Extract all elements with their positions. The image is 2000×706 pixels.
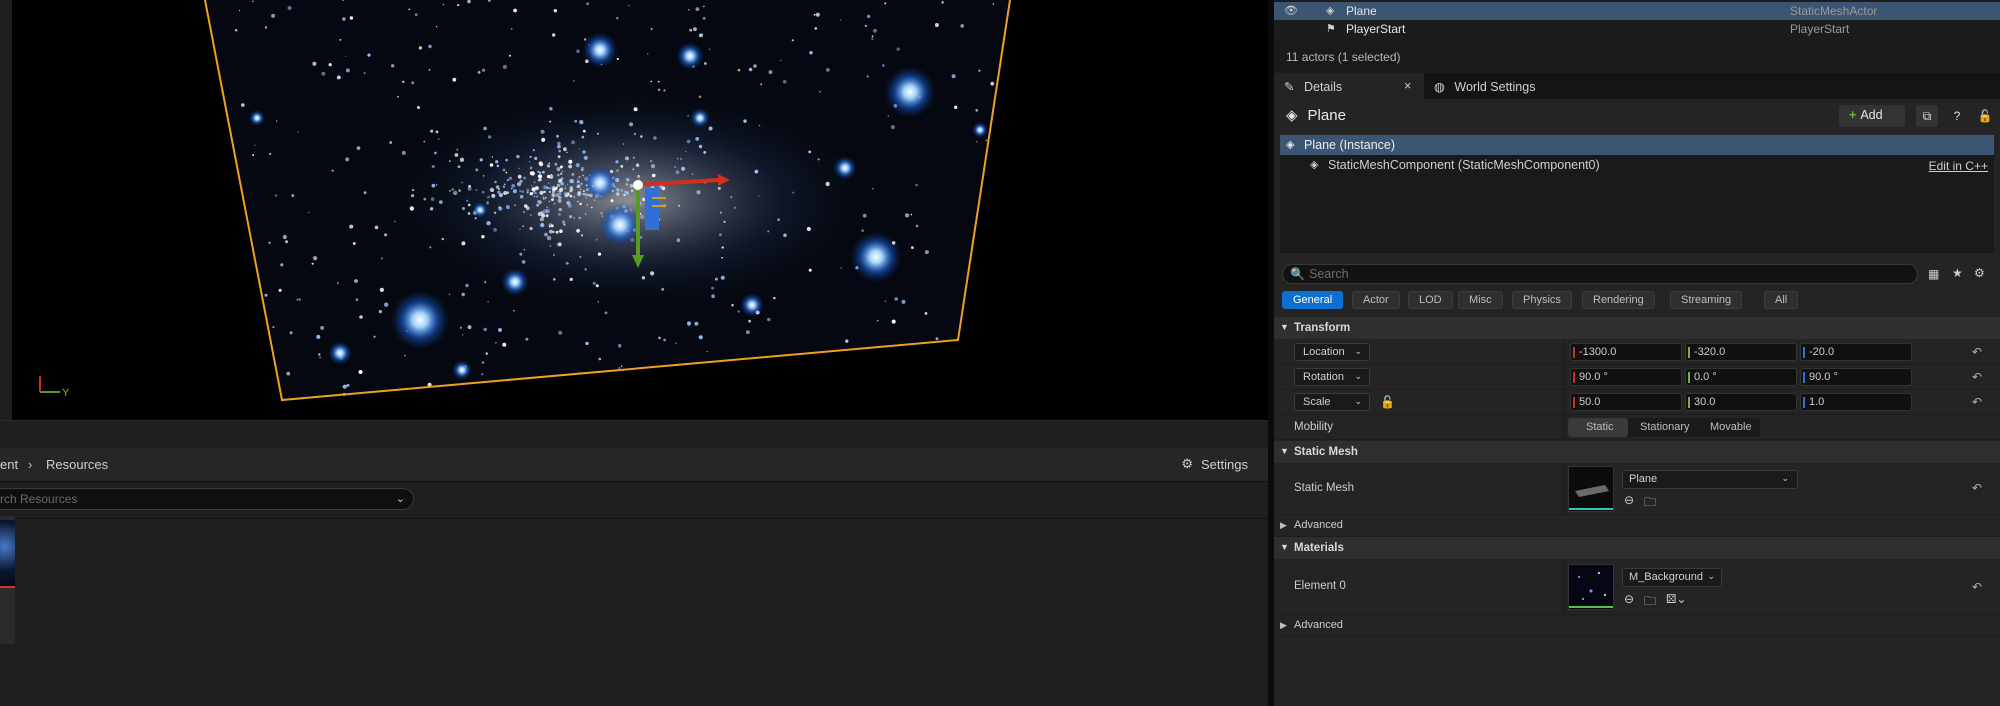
components-tree: ◈ Plane (Instance) ◈ StaticMeshComponent… bbox=[1280, 135, 1994, 253]
reset-arrow-icon[interactable]: ↶ bbox=[1972, 580, 1982, 594]
globe-icon: ◍ bbox=[1434, 80, 1445, 94]
location-x-field[interactable]: -1300.0 bbox=[1570, 343, 1682, 361]
details-title: ◈ Plane bbox=[1286, 106, 1346, 125]
details-panel: ◈ Plane + Add ⧉ ? 🔓 ◈ Plane (Instance) ◈ … bbox=[1274, 99, 2000, 706]
location-dropdown[interactable]: Location ⌄ bbox=[1294, 343, 1370, 361]
material-dropdown[interactable]: M_Background ⌄ bbox=[1622, 568, 1722, 587]
help-icon[interactable]: ? bbox=[1946, 105, 1968, 127]
breadcrumb-separator-icon: › bbox=[28, 457, 33, 472]
static-mesh-icon: ◈ bbox=[1310, 159, 1319, 171]
property-location: Location ⌄ -1300.0 -320.0 -20.0 ↶ bbox=[1274, 340, 2000, 365]
reset-arrow-icon[interactable]: ↶ bbox=[1972, 481, 1982, 495]
filter-lod[interactable]: LOD bbox=[1408, 291, 1453, 309]
rotation-y-field[interactable]: 0.0 ° bbox=[1685, 368, 1797, 386]
content-browser: ent › Resources ⚙ Settings rch Resources… bbox=[0, 448, 1268, 706]
mobility-static[interactable]: Static bbox=[1586, 421, 1614, 433]
advanced-static-mesh[interactable]: ▶ Advanced bbox=[1274, 515, 2000, 537]
location-z-field[interactable]: -20.0 bbox=[1800, 343, 1912, 361]
mobility-movable[interactable]: Movable bbox=[1710, 421, 1752, 433]
property-rotation: Rotation ⌄ 90.0 ° 0.0 ° 90.0 ° ↶ bbox=[1274, 365, 2000, 390]
scale-dropdown[interactable]: Scale ⌄ bbox=[1294, 393, 1370, 411]
scale-x-field[interactable]: 50.0 bbox=[1570, 393, 1682, 411]
lock-icon[interactable]: 🔓 bbox=[1974, 105, 1996, 127]
actor-count: 11 actors (1 selected) bbox=[1286, 50, 1401, 64]
filter-rendering[interactable]: Rendering bbox=[1582, 291, 1655, 309]
rotation-z-field[interactable]: 90.0 ° bbox=[1800, 368, 1912, 386]
blueprint-icon[interactable]: ⧉ bbox=[1916, 105, 1938, 127]
reset-arrow-icon[interactable]: ↶ bbox=[1972, 395, 1982, 409]
content-settings-button[interactable]: ⚙ Settings bbox=[1181, 456, 1248, 472]
close-icon[interactable]: × bbox=[1404, 79, 1411, 93]
property-element-0: Element 0 M_Background ⌄ ⊖ 🗀 ⚄⌄ ↶ bbox=[1274, 559, 2000, 615]
filter-physics[interactable]: Physics bbox=[1512, 291, 1572, 309]
tab-world-settings[interactable]: ◍ World Settings bbox=[1424, 73, 1545, 99]
material-thumbnail[interactable] bbox=[1568, 564, 1614, 610]
viewport-bottom-bar bbox=[0, 420, 1268, 448]
star-icon[interactable]: ★ bbox=[1952, 266, 1963, 280]
static-mesh-icon: ◈ bbox=[1326, 5, 1335, 17]
viewport-scene: Y bbox=[39, 0, 1011, 402]
pencil-icon: ✎ bbox=[1284, 80, 1295, 94]
edit-in-cpp-link[interactable]: Edit in C++ bbox=[1929, 159, 1988, 173]
section-materials[interactable]: ▼ Materials bbox=[1274, 537, 2000, 559]
static-mesh-dropdown[interactable]: Plane ⌄ bbox=[1622, 470, 1798, 489]
details-search-input[interactable]: 🔍 Search bbox=[1282, 264, 1918, 284]
lock-icon[interactable]: 🔓 bbox=[1380, 395, 1395, 409]
table-view-icon[interactable]: ▦ bbox=[1928, 267, 1939, 281]
rotation-x-field[interactable]: 90.0 ° bbox=[1570, 368, 1682, 386]
browse-folder-icon[interactable]: 🗀 bbox=[1644, 493, 1656, 514]
outliner-row-plane[interactable]: 👁 ◈ Plane StaticMeshActor bbox=[1274, 2, 2000, 20]
right-panel: 👁 ◈ Plane StaticMeshActor ⚑ PlayerStart … bbox=[1274, 0, 2000, 706]
search-icon: 🔍 bbox=[1290, 267, 1305, 281]
filter-misc[interactable]: Misc bbox=[1458, 291, 1503, 309]
use-selected-icon[interactable]: ⊖ bbox=[1624, 592, 1634, 606]
property-scale: Scale ⌄ 🔓 50.0 30.0 1.0 ↶ bbox=[1274, 390, 2000, 415]
property-static-mesh: Static Mesh Plane ⌄ ⊖ 🗀 ↶ bbox=[1274, 463, 2000, 515]
level-viewport[interactable]: Y bbox=[0, 0, 1268, 420]
static-mesh-icon: ◈ bbox=[1286, 139, 1295, 151]
filter-actor[interactable]: Actor bbox=[1352, 291, 1400, 309]
gear-icon: ⚙ bbox=[1181, 456, 1194, 471]
section-static-mesh[interactable]: ▼ Static Mesh bbox=[1274, 441, 2000, 463]
browse-folder-icon[interactable]: 🗀 bbox=[1644, 592, 1656, 613]
details-tab-bar: ✎ Details × ◍ World Settings bbox=[1274, 73, 2000, 99]
axis-y-label: Y bbox=[62, 387, 70, 399]
content-browser-toolbar: ent › Resources ⚙ Settings bbox=[0, 448, 1268, 482]
gear-icon[interactable]: ⚙ bbox=[1974, 266, 1985, 280]
tab-details[interactable]: ✎ Details × bbox=[1274, 73, 1424, 99]
breadcrumb-item-resources[interactable]: Resources bbox=[46, 457, 108, 472]
section-transform[interactable]: ▼ Transform bbox=[1274, 317, 2000, 339]
property-mobility: Mobility Static Stationary Movable bbox=[1274, 415, 2000, 440]
component-row-instance[interactable]: ◈ Plane (Instance) bbox=[1280, 135, 1994, 155]
scale-z-field[interactable]: 1.0 bbox=[1800, 393, 1912, 411]
content-search-input[interactable]: rch Resources ⌄ bbox=[0, 488, 414, 510]
texture-options-icon[interactable]: ⚄⌄ bbox=[1666, 592, 1686, 606]
location-y-field[interactable]: -320.0 bbox=[1685, 343, 1797, 361]
scale-y-field[interactable]: 30.0 bbox=[1685, 393, 1797, 411]
chevron-down-icon[interactable]: ⌄ bbox=[396, 492, 405, 505]
mobility-stationary[interactable]: Stationary bbox=[1640, 421, 1690, 433]
static-mesh-thumbnail[interactable] bbox=[1568, 466, 1614, 512]
eye-icon[interactable]: 👁 bbox=[1284, 4, 1298, 17]
reset-arrow-icon[interactable]: ↶ bbox=[1972, 345, 1982, 359]
filter-general[interactable]: General bbox=[1282, 291, 1344, 309]
static-mesh-icon: ◈ bbox=[1286, 107, 1298, 124]
breadcrumb-item-parent[interactable]: ent bbox=[0, 457, 18, 472]
asset-thumbnail[interactable] bbox=[0, 516, 15, 644]
outliner-row-playerstart[interactable]: ⚑ PlayerStart PlayerStart bbox=[1274, 20, 2000, 38]
filter-all[interactable]: All bbox=[1764, 291, 1799, 309]
axis-indicator: Y bbox=[39, 376, 70, 399]
filter-streaming[interactable]: Streaming bbox=[1670, 291, 1743, 309]
mobility-segmented: Static Stationary Movable bbox=[1568, 418, 1760, 437]
add-component-button[interactable]: + Add bbox=[1839, 105, 1905, 127]
use-selected-icon[interactable]: ⊖ bbox=[1624, 493, 1634, 507]
reset-arrow-icon[interactable]: ↶ bbox=[1972, 370, 1982, 384]
advanced-materials[interactable]: ▶ Advanced bbox=[1274, 615, 2000, 637]
rotation-dropdown[interactable]: Rotation ⌄ bbox=[1294, 368, 1370, 386]
player-start-icon: ⚑ bbox=[1326, 23, 1336, 35]
